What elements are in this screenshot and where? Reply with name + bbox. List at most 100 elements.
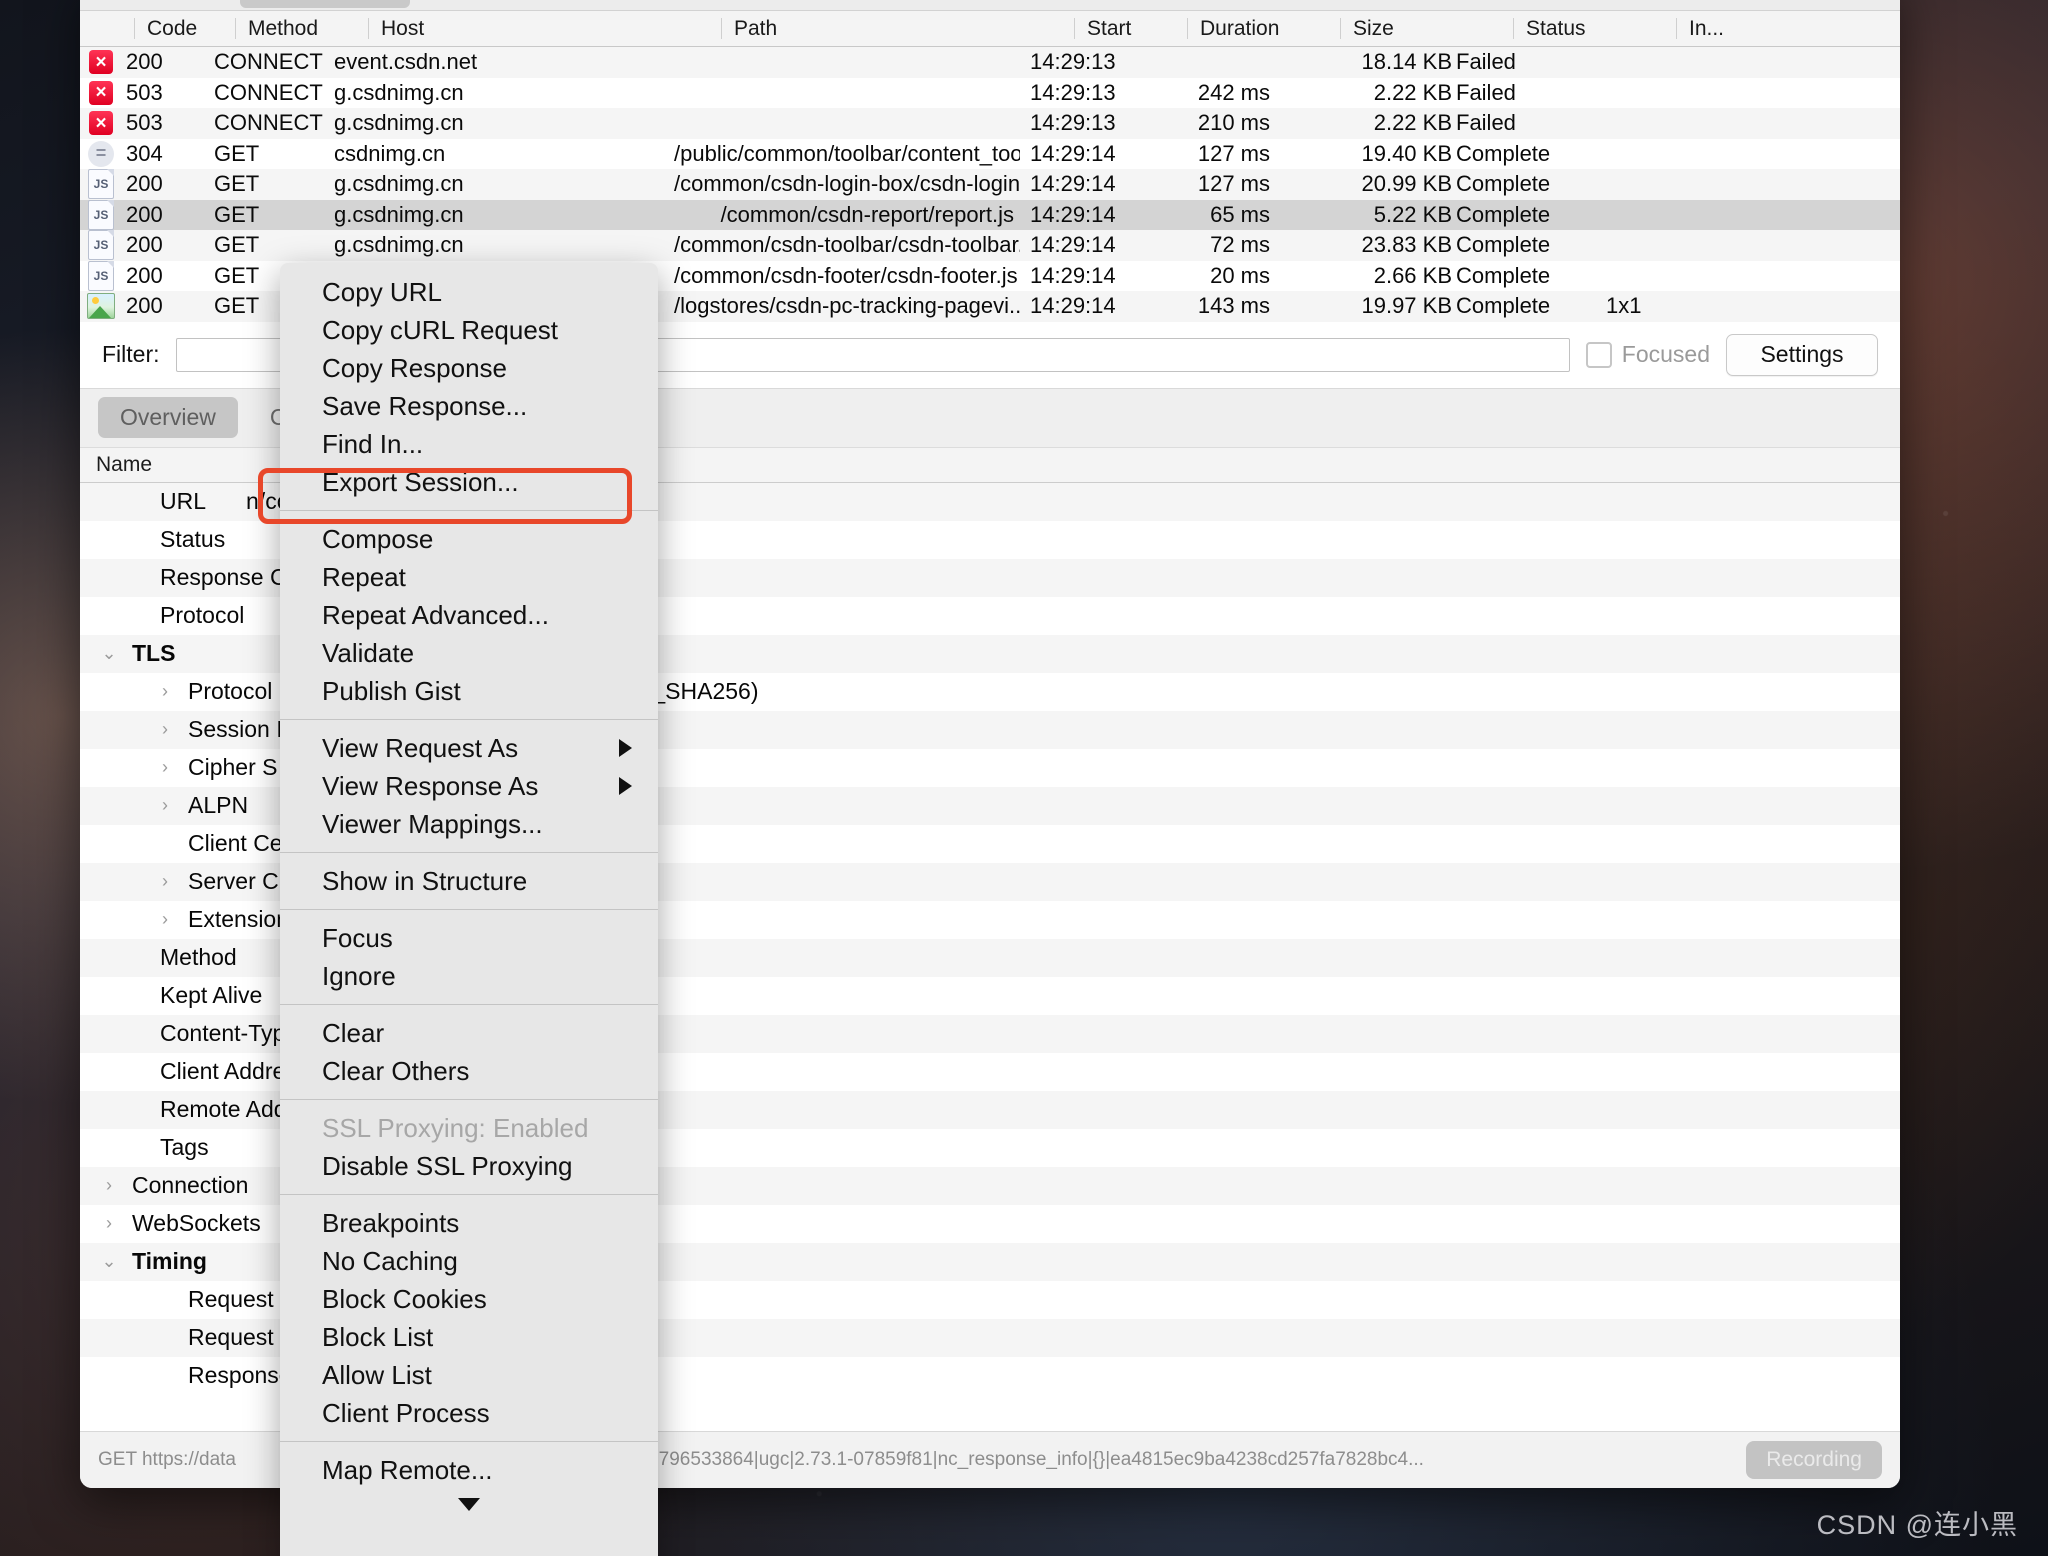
menu-item-breakpoints[interactable]: Breakpoints: [280, 1204, 658, 1242]
menu-item-label: Ignore: [322, 963, 396, 989]
table-row[interactable]: =304GETcsdnimg.cn/public/common/toolbar/…: [80, 139, 1900, 170]
menu-item-save-response[interactable]: Save Response...: [280, 387, 658, 425]
menu-item-block-cookies[interactable]: Block Cookies: [280, 1280, 658, 1318]
menu-separator: [280, 510, 658, 511]
column-header-start[interactable]: Start: [1074, 18, 1187, 39]
table-row[interactable]: ×503CONNECTg.csdnimg.cn14:29:13210 ms2.2…: [80, 108, 1900, 139]
menu-item-no-caching[interactable]: No Caching: [280, 1242, 658, 1280]
column-header-code[interactable]: Code: [134, 18, 235, 39]
focused-checkbox-wrapper[interactable]: Focused: [1586, 341, 1710, 368]
table-row[interactable]: JS200GETg.csdnimg.cn/common/csdn-login-b…: [80, 169, 1900, 200]
tree-row-name: URL: [154, 488, 206, 515]
tree-row-name: Status: [154, 526, 225, 553]
menu-item-block-list[interactable]: Block List: [280, 1318, 658, 1356]
cell-duration: 65 ms: [1130, 202, 1292, 228]
menu-item-allow-list[interactable]: Allow List: [280, 1356, 658, 1394]
chevron-down-icon[interactable]: ⌄: [92, 643, 126, 664]
menu-scroll-down-icon[interactable]: [280, 1489, 658, 1519]
menu-item-repeat[interactable]: Repeat: [280, 558, 658, 596]
menu-item-copy-url[interactable]: Copy URL: [280, 273, 658, 311]
chevron-right-icon[interactable]: ›: [148, 795, 182, 816]
menu-item-copy-response[interactable]: Copy Response: [280, 349, 658, 387]
column-header-size[interactable]: Size: [1340, 18, 1513, 39]
menu-item-focus[interactable]: Focus: [280, 919, 658, 957]
menu-item-copy-curl-request[interactable]: Copy cURL Request: [280, 311, 658, 349]
cell-host: g.csdnimg.cn: [334, 171, 674, 197]
table-row[interactable]: ×200CONNECTevent.csdn.net14:29:1318.14 K…: [80, 47, 1900, 78]
column-header-method[interactable]: Method: [235, 18, 368, 39]
cell-code: 200: [122, 171, 214, 197]
menu-item-clear-others[interactable]: Clear Others: [280, 1052, 658, 1090]
column-header-status[interactable]: Status: [1513, 18, 1676, 39]
menu-item-label: Save Response...: [322, 393, 527, 419]
submenu-arrow-icon: [619, 739, 632, 757]
chevron-right-icon[interactable]: ›: [92, 1213, 126, 1234]
tab-overview[interactable]: Overview: [98, 397, 238, 438]
menu-item-validate[interactable]: Validate: [280, 634, 658, 672]
table-row[interactable]: JS200GETg.csdnimg.cn/common/csdn-report/…: [80, 200, 1900, 231]
recording-badge[interactable]: Recording: [1746, 1441, 1882, 1479]
table-row[interactable]: ×503CONNECTg.csdnimg.cn14:29:13242 ms2.2…: [80, 78, 1900, 109]
menu-item-ignore[interactable]: Ignore: [280, 957, 658, 995]
menu-item-client-process[interactable]: Client Process: [280, 1394, 658, 1432]
menu-separator: [280, 909, 658, 910]
chevron-right-icon[interactable]: ›: [148, 719, 182, 740]
column-header-duration[interactable]: Duration: [1187, 18, 1340, 39]
menu-item-map-remote[interactable]: Map Remote...: [280, 1451, 658, 1489]
chevron-right-icon[interactable]: ›: [148, 681, 182, 702]
menu-item-label: Export Session...: [322, 469, 519, 495]
menu-separator: [280, 719, 658, 720]
cell-duration: 127 ms: [1130, 171, 1292, 197]
menu-item-view-request-as[interactable]: View Request As: [280, 729, 658, 767]
menu-item-export-session[interactable]: Export Session...: [280, 463, 658, 501]
chevron-right-icon[interactable]: ›: [148, 757, 182, 778]
js-file-icon: JS: [88, 261, 114, 291]
tree-row-name: Tags: [154, 1134, 209, 1161]
cell-size: 20.99 KB: [1292, 171, 1452, 197]
menu-item-find-in[interactable]: Find In...: [280, 425, 658, 463]
column-header-path[interactable]: Path: [721, 18, 1074, 39]
row-type-icon-cell: JS: [80, 200, 122, 230]
menu-item-label: Find In...: [322, 431, 423, 457]
tree-row-name: Client Ce: [182, 830, 283, 857]
cell-host: g.csdnimg.cn: [334, 80, 674, 106]
submenu-arrow-icon: [619, 777, 632, 795]
cell-path: /common/csdn-footer/csdn-footer.js: [674, 263, 1020, 289]
menu-item-label: Viewer Mappings...: [322, 811, 543, 837]
column-header-in[interactable]: In...: [1676, 18, 1809, 39]
cell-path: /common/csdn-toolbar/csdn-toolbar.js: [674, 232, 1020, 258]
not-modified-icon: =: [88, 141, 114, 167]
menu-item-viewer-mappings[interactable]: Viewer Mappings...: [280, 805, 658, 843]
context-menu[interactable]: Copy URLCopy cURL RequestCopy Response Sa…: [280, 263, 658, 1556]
chevron-right-icon[interactable]: ›: [148, 909, 182, 930]
cell-duration: 127 ms: [1130, 141, 1292, 167]
cell-status: Failed: [1452, 49, 1606, 75]
table-row[interactable]: JS200GETg.csdnimg.cn/common/csdn-toolbar…: [80, 230, 1900, 261]
menu-item-label: Validate: [322, 640, 414, 666]
menu-item-compose[interactable]: Compose: [280, 520, 658, 558]
settings-button[interactable]: Settings: [1726, 334, 1878, 376]
menu-item-view-response-as[interactable]: View Response As: [280, 767, 658, 805]
cell-path: /common/csdn-report/report.js: [674, 202, 1020, 228]
cell-duration: 72 ms: [1130, 232, 1292, 258]
column-header-host[interactable]: Host: [368, 18, 721, 39]
cell-method: CONNECT: [214, 80, 334, 106]
chevron-down-icon[interactable]: ⌄: [92, 1251, 126, 1272]
menu-item-clear[interactable]: Clear: [280, 1014, 658, 1052]
cell-code: 200: [122, 232, 214, 258]
menu-item-ssl-proxying-enabled: SSL Proxying: Enabled: [280, 1109, 658, 1147]
menu-item-show-in-structure[interactable]: Show in Structure: [280, 862, 658, 900]
menu-item-label: Show in Structure: [322, 868, 527, 894]
chevron-right-icon[interactable]: ›: [148, 871, 182, 892]
menu-item-label: Client Process: [322, 1400, 490, 1426]
menu-item-publish-gist[interactable]: Publish Gist: [280, 672, 658, 710]
menu-separator: [280, 1441, 658, 1442]
error-icon: ×: [89, 50, 113, 74]
toolbar-segment-control[interactable]: [240, 0, 410, 8]
cell-host: event.csdn.net: [334, 49, 674, 75]
menu-item-repeat-advanced[interactable]: Repeat Advanced...: [280, 596, 658, 634]
cell-code: 503: [122, 110, 214, 136]
menu-item-disable-ssl-proxying[interactable]: Disable SSL Proxying: [280, 1147, 658, 1185]
focused-checkbox[interactable]: [1586, 342, 1612, 368]
chevron-right-icon[interactable]: ›: [92, 1175, 126, 1196]
